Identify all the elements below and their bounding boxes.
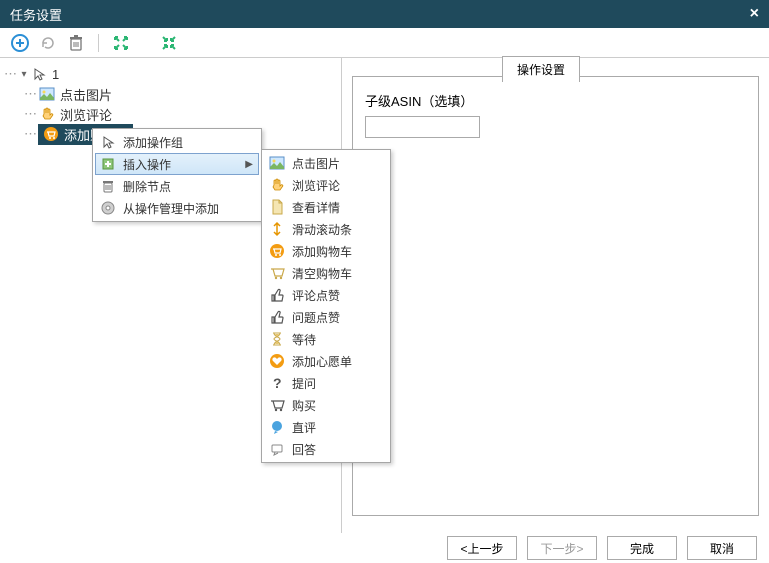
- chevron-right-icon: ▶: [245, 159, 253, 170]
- separator: [98, 34, 99, 52]
- tree-toggle-icon[interactable]: ▾: [18, 69, 30, 80]
- group-tab: 操作设置: [502, 56, 580, 82]
- hand-icon: [38, 105, 56, 123]
- sub-like-review[interactable]: 评论点赞: [264, 284, 388, 306]
- context-menu: 添加操作组 插入操作 ▶ 删除节点 从操作管理中添加 点击图片 浏览评论 查看详…: [92, 128, 262, 222]
- ctx-add-group[interactable]: 添加操作组: [95, 131, 259, 153]
- chat-icon: [268, 418, 286, 436]
- content-area: ⋯ ▾ 1 ⋯ 点击图片 ⋯ 浏览评论: [0, 58, 769, 533]
- sub-wait[interactable]: 等待: [264, 328, 388, 350]
- cart-icon: [268, 242, 286, 260]
- cart-empty-icon: [268, 264, 286, 282]
- tree-root-label: 1: [52, 67, 59, 82]
- delete-button[interactable]: [64, 31, 88, 55]
- sub-browse-reviews[interactable]: 浏览评论: [264, 174, 388, 196]
- tree-item[interactable]: ⋯ 点击图片: [4, 84, 337, 104]
- tree-root[interactable]: ⋯ ▾ 1: [4, 64, 337, 84]
- footer: <上一步 下一步> 完成 取消: [0, 533, 769, 563]
- submenu: 点击图片 浏览评论 查看详情 滑动滚动条 添加购物车 清空购物车 评论点赞 问题…: [261, 149, 391, 463]
- collapse-button[interactable]: [157, 31, 181, 55]
- tree-item[interactable]: ⋯ 浏览评论: [4, 104, 337, 124]
- prev-button[interactable]: <上一步: [447, 536, 517, 560]
- group-box: 子级ASIN（选填）: [352, 76, 759, 516]
- asin-label: 子级ASIN（选填）: [365, 91, 746, 110]
- add-button[interactable]: [8, 31, 32, 55]
- insert-icon: [99, 155, 117, 173]
- close-icon[interactable]: ×: [750, 5, 759, 23]
- sub-direct-review[interactable]: 直评: [264, 416, 388, 438]
- cursor-icon: [30, 65, 48, 83]
- next-button[interactable]: 下一步>: [527, 536, 597, 560]
- sub-add-cart[interactable]: 添加购物车: [264, 240, 388, 262]
- tree-item-label: 点击图片: [60, 85, 112, 104]
- tree-item-label: 浏览评论: [60, 105, 112, 124]
- finish-button[interactable]: 完成: [607, 536, 677, 560]
- cancel-button[interactable]: 取消: [687, 536, 757, 560]
- thumb-icon: [268, 286, 286, 304]
- reply-icon: [268, 440, 286, 458]
- question-icon: ?: [268, 374, 286, 392]
- trash-icon: [99, 177, 117, 195]
- sub-ask[interactable]: ?提问: [264, 372, 388, 394]
- document-icon: [268, 198, 286, 216]
- svg-text:?: ?: [273, 375, 282, 391]
- asin-input[interactable]: [365, 116, 480, 138]
- sub-like-question[interactable]: 问题点赞: [264, 306, 388, 328]
- image-icon: [268, 154, 286, 172]
- cursor-icon: [99, 133, 117, 151]
- tree-pane: ⋯ ▾ 1 ⋯ 点击图片 ⋯ 浏览评论: [0, 58, 342, 533]
- toolbar: [0, 28, 769, 58]
- image-icon: [38, 85, 56, 103]
- thumb-icon: [268, 308, 286, 326]
- sub-clear-cart[interactable]: 清空购物车: [264, 262, 388, 284]
- hand-icon: [268, 176, 286, 194]
- refresh-button[interactable]: [36, 31, 60, 55]
- sub-add-wishlist[interactable]: 添加心愿单: [264, 350, 388, 372]
- cart-icon: [42, 125, 60, 143]
- ctx-insert-action[interactable]: 插入操作 ▶: [95, 153, 259, 175]
- settings-pane: 操作设置 子级ASIN（选填）: [342, 58, 769, 533]
- cart-buy-icon: [268, 396, 286, 414]
- titlebar: 任务设置 ×: [0, 0, 769, 28]
- hourglass-icon: [268, 330, 286, 348]
- sub-buy[interactable]: 购买: [264, 394, 388, 416]
- sub-scroll[interactable]: 滑动滚动条: [264, 218, 388, 240]
- heart-icon: [268, 352, 286, 370]
- window-title: 任务设置: [10, 5, 62, 24]
- ctx-add-from-manager[interactable]: 从操作管理中添加: [95, 197, 259, 219]
- sub-answer[interactable]: 回答: [264, 438, 388, 460]
- expand-button[interactable]: [109, 31, 133, 55]
- sub-click-image[interactable]: 点击图片: [264, 152, 388, 174]
- scroll-icon: [268, 220, 286, 238]
- disc-icon: [99, 199, 117, 217]
- sub-view-detail[interactable]: 查看详情: [264, 196, 388, 218]
- ctx-delete-node[interactable]: 删除节点: [95, 175, 259, 197]
